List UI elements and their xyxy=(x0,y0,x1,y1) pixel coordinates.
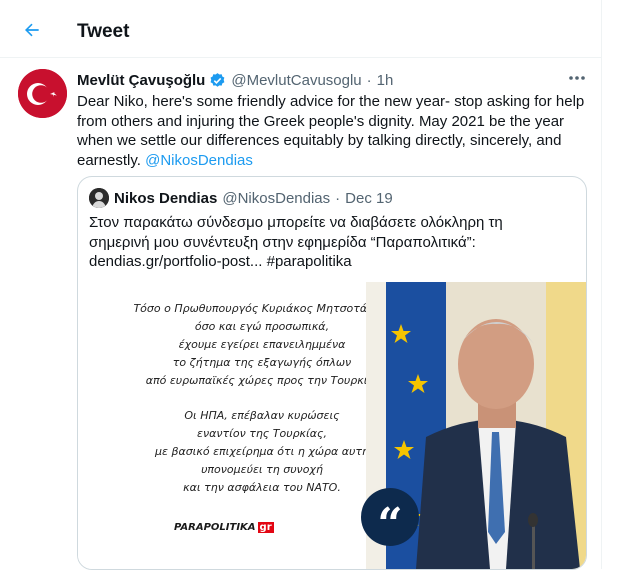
verified-badge-icon xyxy=(210,72,225,87)
tweet-author-row: Mevlüt Çavuşoğlu @MevlutCavusoglu · 1h xyxy=(77,70,393,90)
page-title: Tweet xyxy=(77,21,130,42)
tweet-text-last-line: earnestly. @NikosDendias xyxy=(77,151,597,171)
quoted-tweet-text: Στον παρακάτω σύνδεσμο μπορείτε να διαβά… xyxy=(89,213,579,272)
quoted-tweet-card[interactable]: Nikos Dendias @NikosDendias · Dec 19 Στο… xyxy=(77,176,587,570)
quoted-avatar-image xyxy=(89,188,109,208)
tweet-text-line: when we settle our differences equitably… xyxy=(77,132,562,149)
page-header: Tweet xyxy=(0,0,601,58)
avatar[interactable] xyxy=(18,69,67,118)
tweet-text-line: from others and injuring the Greek peopl… xyxy=(77,112,565,130)
quoted-text-line: dendias.gr/portfolio-post... #parapoliti… xyxy=(89,253,352,270)
quoted-author-name: Nikos Dendias xyxy=(114,189,218,207)
more-options-icon[interactable] xyxy=(567,70,587,86)
turkey-flag-avatar xyxy=(18,69,67,118)
tweet-text-line: Dear Niko, here's some friendly advice f… xyxy=(77,93,585,110)
tweet-text-line: earnestly. xyxy=(77,151,141,169)
author-name[interactable]: Mevlüt Çavuşoğlu xyxy=(77,72,205,89)
tweet-text: Dear Niko, here's some friendly advice f… xyxy=(77,92,597,170)
quoted-text-line: σημερινή μου συνέντευξη στην εφημερίδα “… xyxy=(89,233,476,251)
tweet-detail-column: Tweet Mevlüt Çavuşoğlu @MevlutCavusoglu … xyxy=(0,0,602,570)
quote-mark-badge: “ xyxy=(361,488,419,550)
quoted-avatar xyxy=(89,188,109,208)
quoted-tweet-date: Dec 19 xyxy=(345,189,393,207)
author-handle[interactable]: @MevlutCavusoglu xyxy=(231,72,361,89)
separator-dot: · xyxy=(335,189,341,207)
quoted-author-handle: @NikosDendias xyxy=(222,189,331,207)
arrow-left-icon[interactable] xyxy=(22,20,42,40)
tweet-time[interactable]: 1h xyxy=(377,72,394,89)
quoted-author-row: Nikos Dendias @NikosDendias · Dec 19 xyxy=(89,188,393,208)
quoted-text-line: Στον παρακάτω σύνδεσμο μπορείτε να διαβά… xyxy=(89,214,503,231)
separator-dot: · xyxy=(366,71,372,89)
parapolitika-logo: PARAPOLITIKA gr xyxy=(174,522,274,533)
mention-link[interactable]: @NikosDendias xyxy=(145,152,253,169)
quoted-tweet-image[interactable]: Τόσο ο Πρωθυπουργός Κυριάκος Μητσοτάκης,… xyxy=(78,282,586,569)
